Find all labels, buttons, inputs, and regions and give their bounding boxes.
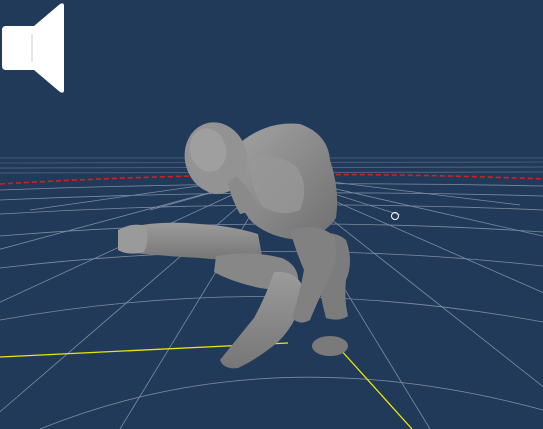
orbit-pivot-ring-icon (391, 212, 399, 220)
speaker-muted-icon[interactable] (0, 0, 64, 96)
3d-viewport[interactable]: #223a59 (0, 0, 543, 429)
scene-canvas[interactable] (0, 0, 543, 429)
